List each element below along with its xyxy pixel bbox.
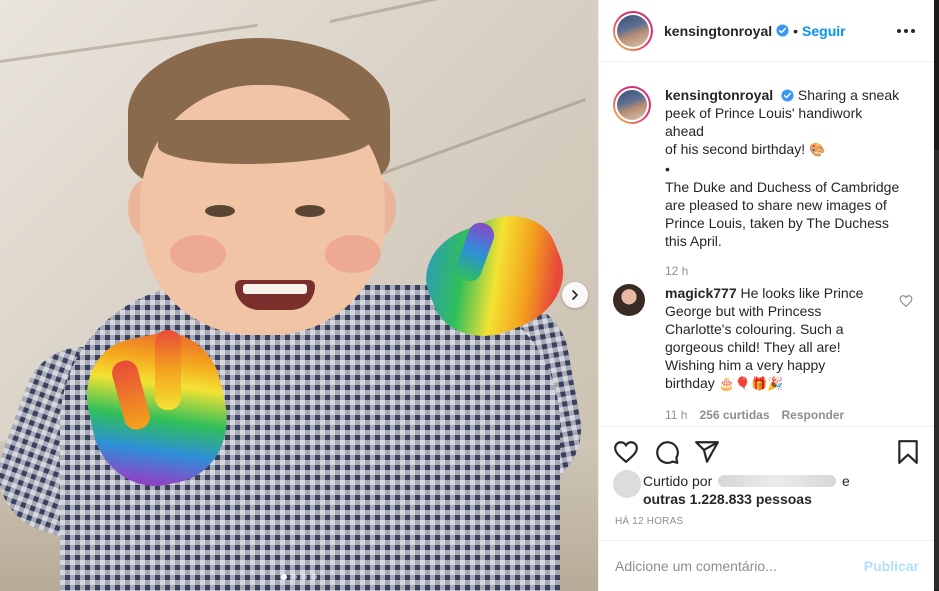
verified-badge-icon — [776, 24, 789, 37]
comment-like-heart-icon[interactable] — [899, 294, 913, 308]
comment-input[interactable] — [615, 558, 864, 574]
caption-line: of his second birthday! — [665, 141, 806, 157]
wall-plank-line — [329, 0, 598, 23]
heart-icon[interactable] — [613, 439, 639, 465]
liked-by-and: e — [842, 473, 850, 489]
caption-line: this April. — [665, 233, 722, 249]
comment-line: Wishing him a very happy — [665, 357, 826, 373]
comments-section[interactable]: kensingtonroyal Sharing a sneak peek of … — [599, 62, 935, 426]
comment-likes[interactable]: 256 curtidas — [699, 406, 769, 424]
post-caption: kensingtonroyal Sharing a sneak peek of … — [613, 86, 905, 280]
eye — [295, 205, 325, 217]
carousel-dot — [311, 574, 317, 580]
caption-line: are pleased to share new images of — [665, 197, 887, 213]
commenter-avatar[interactable] — [613, 284, 645, 316]
avatar-image — [617, 90, 647, 120]
likes-summary: Curtido por e outras 1.228.833 pessoas — [613, 470, 923, 510]
comment-icon[interactable] — [654, 439, 680, 465]
cheek — [170, 235, 226, 273]
caption-time[interactable]: 12 h — [665, 262, 688, 280]
publish-button[interactable]: Publicar — [864, 558, 919, 574]
painted-finger — [155, 330, 181, 410]
cheek — [325, 235, 381, 273]
teeth — [243, 284, 307, 294]
post-header: kensingtonroyal • Seguir — [599, 0, 935, 62]
comment-line: gorgeous child! They all are! — [665, 339, 841, 355]
author-username[interactable]: kensingtonroyal — [664, 23, 772, 39]
reply-button[interactable]: Responder — [782, 406, 845, 424]
comment-line: Charlotte's colouring. Such a — [665, 321, 844, 337]
eye — [205, 205, 235, 217]
carousel-dot — [301, 574, 307, 580]
follow-button[interactable]: Seguir — [802, 23, 846, 39]
separator: • — [793, 22, 799, 39]
comment-item: magick777 He looks like Prince George bu… — [613, 284, 905, 424]
post-actions — [599, 426, 935, 476]
comment-line: He looks like Prince — [740, 285, 864, 301]
caption-line: peek of Prince Louis' handiwork ahead — [665, 105, 863, 139]
avatar-image — [617, 14, 649, 47]
birthday-emojis: 🎂🎈🎁🎉 — [718, 377, 784, 392]
comment-line: George but with Princess — [665, 303, 822, 319]
background-page-edge — [934, 0, 939, 591]
carousel-dot — [291, 574, 297, 580]
caption-username[interactable]: kensingtonroyal — [665, 87, 773, 103]
caption-line: Prince Louis, taken by The Duchess — [665, 215, 889, 231]
liker-avatar[interactable] — [613, 470, 641, 498]
carousel-dot — [281, 574, 287, 580]
author-avatar[interactable] — [613, 86, 651, 124]
carousel-indicator — [281, 574, 317, 580]
blurred-liker-name — [718, 475, 837, 487]
caption-line: • — [665, 161, 670, 177]
palette-emoji: 🎨 — [808, 143, 826, 158]
others-likes-link[interactable]: outras 1.228.833 pessoas — [643, 491, 812, 507]
caption-line: Sharing a sneak — [797, 87, 900, 103]
wall-plank-line — [359, 98, 587, 183]
comment-line: birthday — [665, 375, 715, 391]
verified-badge-icon — [781, 89, 794, 102]
caption-line: The Duke and Duchess of Cambridge — [665, 179, 900, 195]
comment-username[interactable]: magick777 — [665, 285, 737, 301]
carousel-next-button[interactable] — [562, 282, 588, 308]
liked-by-label: Curtido por — [643, 473, 713, 489]
share-icon[interactable] — [694, 439, 720, 465]
comment-composer: Publicar — [599, 540, 935, 591]
chevron-right-icon — [572, 290, 578, 300]
comment-time[interactable]: 11 h — [665, 406, 687, 424]
author-avatar[interactable] — [613, 10, 653, 51]
bookmark-icon[interactable] — [895, 439, 921, 465]
post-side-panel: kensingtonroyal • Seguir kensingtonroyal — [598, 0, 935, 591]
post-photo[interactable] — [0, 0, 598, 591]
post-timestamp[interactable]: HÁ 12 HORAS — [615, 516, 683, 527]
more-options-icon[interactable] — [897, 22, 917, 40]
